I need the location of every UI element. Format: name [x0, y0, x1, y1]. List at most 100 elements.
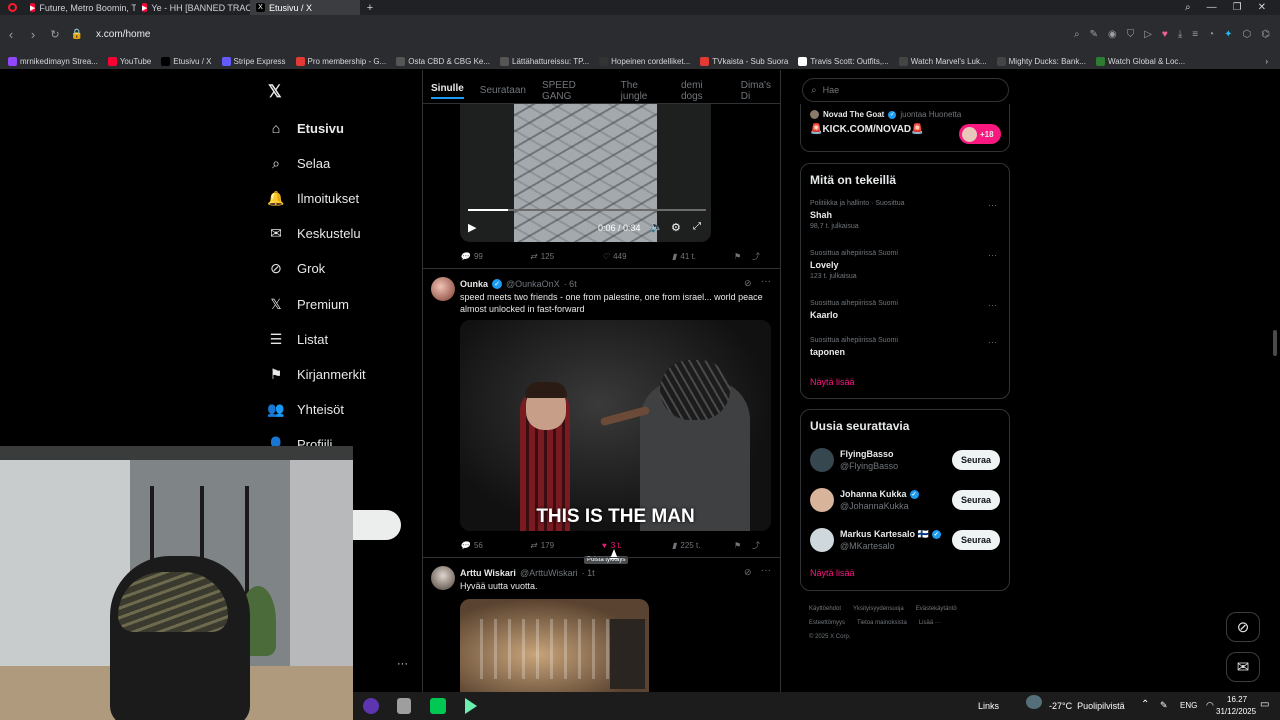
browser-tab-1[interactable]: ▶ Ye - HH [BANNED TRACK] [136, 0, 250, 15]
trend-item[interactable]: Suosittua aihepiirissä Suomi Lovely 123 t.… [810, 250, 1000, 280]
avatar[interactable] [431, 277, 455, 301]
bookmarks-overflow-icon[interactable]: › [1265, 57, 1280, 66]
fullscreen-icon[interactable]: ⤢ [693, 221, 701, 232]
android-icon[interactable] [430, 698, 446, 714]
share-icon[interactable]: ⤴ [752, 540, 760, 551]
footer-link[interactable]: Lisää ··· [919, 616, 941, 630]
reply-button[interactable]: 💬 56 [460, 541, 530, 550]
download-icon[interactable]: ⤓ [1178, 29, 1182, 40]
grok-icon[interactable]: ⊘ [744, 567, 752, 578]
more-options-icon[interactable]: ··· [397, 658, 408, 670]
sidebar-item-yhteisöt[interactable]: 👥 Yhteisöt [267, 401, 344, 417]
bookmark-item[interactable]: Watch Marvel's Luk... [898, 56, 987, 66]
post-time[interactable]: · 6t [564, 279, 577, 289]
account-icon[interactable]: ◔ [1208, 29, 1214, 40]
trend-item[interactable]: Suosittua aihepiirissä Suomi Kaarlo ··· [810, 300, 1000, 320]
pen-icon[interactable]: ✎ [1160, 700, 1168, 711]
show-more-link[interactable]: Näytä lisää [810, 377, 855, 387]
sidebar-item-premium[interactable]: 𝕏 Premium [268, 296, 349, 312]
avatar[interactable] [431, 566, 455, 590]
minimize-icon[interactable]: — [1207, 2, 1217, 13]
discord-icon[interactable] [363, 698, 379, 714]
live-space-card[interactable]: Novad The Goat ✓ juontaa Huonetta 🚨KICK.… [800, 104, 1010, 152]
tweet2-image[interactable] [460, 599, 649, 692]
bookmark-item[interactable]: Hopeinen cordelliket... [599, 56, 690, 66]
box-icon[interactable]: ⬡ [1243, 29, 1252, 40]
new-tab-button[interactable]: + [360, 2, 380, 14]
more-options-icon[interactable]: ··· [761, 565, 771, 576]
sidebar-item-etusivu[interactable]: ⌂ Etusivu [268, 120, 344, 136]
grok-icon[interactable]: ⊘ [744, 278, 752, 289]
feed-tab[interactable]: SPEED GANG [542, 80, 605, 102]
author-name[interactable]: Ounka [460, 279, 488, 289]
retweet-button[interactable]: ⇄ 179 [530, 541, 602, 550]
grok-icon[interactable]: ⊘ [1226, 612, 1260, 642]
extension-icon[interactable]: ✦ [1224, 29, 1232, 40]
reload-icon[interactable]: ↻ [44, 28, 66, 41]
follow-suggestion[interactable]: Johanna Kukka ✓ @JohannaKukka Seuraa [810, 488, 1002, 514]
app-icon[interactable] [397, 698, 411, 714]
footer-link[interactable]: Tietoa mainoksista [857, 616, 907, 630]
volume-icon[interactable]: 🔈 [650, 222, 662, 233]
bookmark-item[interactable]: Stripe Express [221, 56, 286, 66]
views-button[interactable]: ▮ 41 t. [672, 252, 734, 261]
maximize-icon[interactable]: ❐ [1233, 2, 1242, 13]
heart-icon[interactable]: ♥ [1162, 29, 1168, 40]
wifi-icon[interactable]: ◠ [1206, 700, 1214, 711]
footer-link[interactable]: Evästekäytäntö [916, 602, 957, 616]
play-app-icon[interactable] [465, 698, 477, 714]
author-name[interactable]: Arttu Wiskari [460, 568, 516, 578]
browser-tab-0[interactable]: ▶ Future, Metro Boomin, Tr [24, 0, 136, 15]
play-icon[interactable]: ▷ [1144, 29, 1152, 40]
post-button-partial[interactable] [353, 510, 401, 540]
tray-chevron-icon[interactable]: ⌃ [1141, 699, 1149, 710]
trend-item[interactable]: Politiikka ja hallinto · Suosittua Shah 98… [810, 200, 1000, 230]
bookmark-icon[interactable]: ⚑ [734, 541, 752, 550]
tab-search-icon[interactable]: ⌕ [1185, 2, 1191, 13]
url-field[interactable]: x.com/home [96, 29, 150, 40]
reply-button[interactable]: 💬 99 [460, 252, 530, 261]
sidebar-item-selaa[interactable]: ⌕ Selaa [268, 155, 330, 171]
video-player[interactable]: ▶ 0:06 / 0:34 🔈 ⚙ ⤢ [460, 104, 711, 242]
follow-button[interactable]: Seuraa [952, 490, 1000, 510]
sidebar-item-kirjanmerkit[interactable]: ⚑ Kirjanmerkit [268, 366, 366, 382]
camera-icon[interactable]: ◉ [1108, 29, 1117, 40]
show-more-link[interactable]: Näytä lisää [810, 568, 855, 578]
feed-tab[interactable]: The jungle [621, 80, 665, 102]
messages-icon[interactable]: ✉ [1226, 652, 1260, 682]
sidebar-item-ilmoitukset[interactable]: 🔔 Ilmoitukset [267, 190, 359, 206]
clock-time[interactable]: 16.27 [1227, 695, 1247, 704]
sidebar-item-grok[interactable]: ⊘ Grok [268, 260, 325, 276]
sidebar-item-keskustelu[interactable]: ✉ Keskustelu [268, 225, 360, 241]
bookmark-item[interactable]: Pro membership - G... [295, 56, 386, 66]
author-handle[interactable]: @ArttuWiskari [520, 568, 578, 578]
feed-tab[interactable]: Sinulle [431, 83, 464, 99]
follow-button[interactable]: Seuraa [952, 530, 1000, 550]
more-options-icon[interactable]: ··· [761, 276, 771, 287]
links-toolbar[interactable]: Links [978, 701, 999, 711]
search-input[interactable]: ⌕ Hae [802, 78, 1009, 102]
post-time[interactable]: · 1t [582, 568, 595, 578]
more-options-icon[interactable]: ··· [988, 300, 997, 310]
language-indicator[interactable]: ENG [1180, 701, 1197, 710]
close-window-icon[interactable]: ✕ [1258, 2, 1266, 13]
follow-suggestion[interactable]: Markus Kartesalo 🇫🇮 ✓ @MKartesalo Seuraa [810, 528, 1002, 554]
bookmark-item[interactable]: Lättähattureissu: TP... [500, 56, 589, 66]
forward-icon[interactable]: › [22, 27, 44, 42]
follow-button[interactable]: Seuraa [952, 450, 1000, 470]
notification-icon[interactable]: ▭ [1260, 699, 1269, 710]
follow-suggestion[interactable]: FlyingBasso @FlyingBasso Seuraa [810, 448, 1002, 474]
search-icon[interactable]: ⌕ [1074, 29, 1080, 40]
more-options-icon[interactable]: ··· [988, 200, 997, 210]
clock-date[interactable]: 31/12/2025 [1216, 707, 1256, 716]
bookmark-item[interactable]: mrnikedimayn Strea... [8, 56, 98, 66]
x-logo-icon[interactable]: 𝕏 [268, 82, 282, 102]
feed-tab[interactable]: Dima's Di [741, 80, 781, 102]
video-progress-bar[interactable] [468, 209, 706, 211]
back-icon[interactable]: ‹ [0, 27, 22, 42]
menu-icon[interactable]: ≡ [1192, 29, 1198, 40]
footer-link[interactable]: Käyttöehdot [809, 602, 841, 616]
footer-link[interactable]: Esteettömyys [809, 616, 845, 630]
bookmark-item[interactable]: Watch Global & Loc... [1096, 56, 1185, 66]
play-icon[interactable]: ▶ [468, 221, 476, 234]
